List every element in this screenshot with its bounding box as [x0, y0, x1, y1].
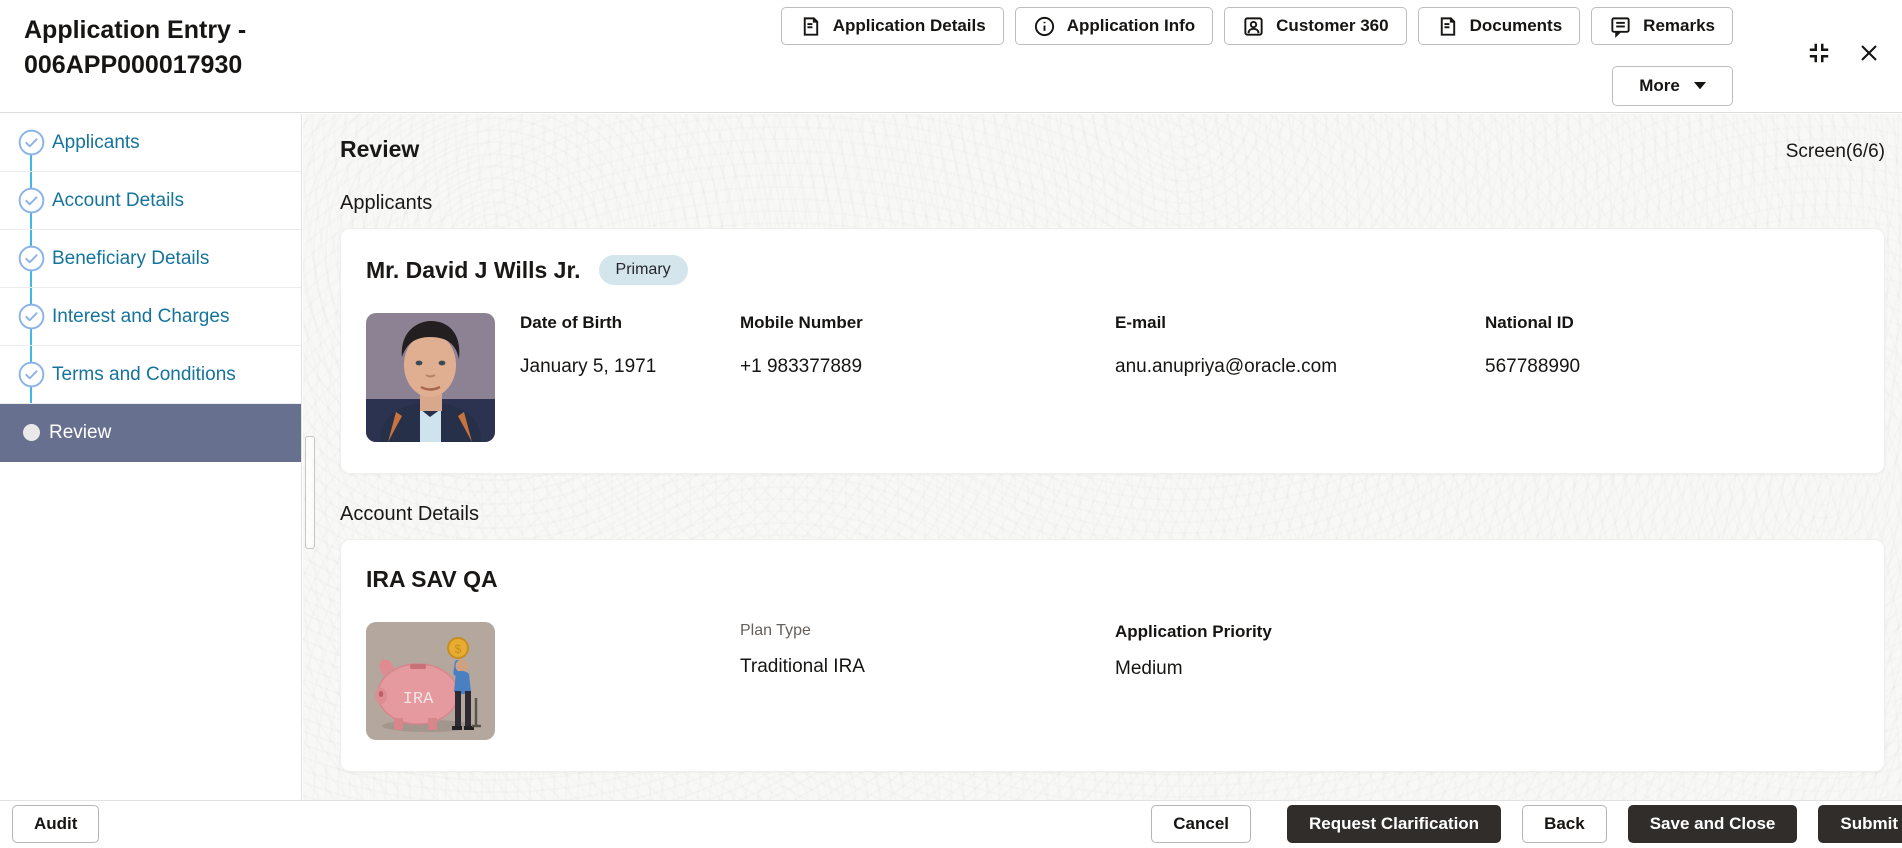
applicant-field: Date of Birth January 5, 1971 [520, 313, 740, 442]
field-label: Mobile Number [740, 313, 863, 332]
submit-button[interactable]: Submit [1818, 805, 1902, 843]
stepper-sidebar: Applicants Account Details Beneficiary D… [0, 114, 302, 800]
audit-button[interactable]: Audit [12, 805, 100, 843]
application-info-button[interactable]: Application Info [1014, 7, 1214, 45]
window-controls [1806, 40, 1880, 66]
active-step-bullet-icon [23, 424, 40, 441]
account-field: Plan Type Traditional IRA [740, 622, 1115, 740]
review-header-row: Review Screen(6/6) [340, 136, 1885, 163]
sidebar-item-label: Terms and Conditions [52, 363, 236, 385]
collapse-icon[interactable] [1806, 40, 1832, 66]
ira-image-label: IRA [403, 690, 434, 709]
action-footer: Audit Cancel Request Clarification Back … [0, 800, 1902, 848]
footer-actions: Cancel Request Clarification Back Save a… [1151, 805, 1902, 843]
customer-360-button[interactable]: Customer 360 [1224, 7, 1407, 45]
sidebar-item-label: Review [49, 421, 112, 443]
application-info-label: Application Info [1066, 16, 1196, 35]
more-label: More [1639, 76, 1680, 95]
application-details-button[interactable]: Application Details [780, 7, 1004, 45]
field-label: Application Priority [1115, 622, 1272, 641]
check-circle-icon [18, 245, 45, 272]
remarks-icon [1609, 15, 1632, 38]
applicant-photo [366, 313, 495, 442]
back-button[interactable]: Back [1522, 805, 1607, 843]
primary-badge: Primary [598, 255, 688, 285]
remarks-label: Remarks [1643, 16, 1715, 35]
check-circle-icon [18, 303, 45, 330]
document-icon [799, 15, 822, 38]
section-heading-applicants: Applicants [340, 192, 433, 214]
applicant-field: E-mail anu.anupriya@oracle.com [1115, 313, 1485, 442]
person-card-icon [1242, 15, 1265, 38]
sidebar-item-interest-and-charges[interactable]: Interest and Charges [0, 288, 301, 346]
review-content: Review Screen(6/6) Applicants Mr. David … [303, 114, 1902, 800]
sidebar-item-review[interactable]: Review [0, 404, 301, 462]
sidebar-item-applicants[interactable]: Applicants [0, 114, 301, 172]
sidebar-item-label: Interest and Charges [52, 305, 230, 327]
page-title: Application Entry - 006APP000017930 [24, 13, 246, 82]
account-name: IRA SAV QA [366, 566, 498, 592]
account-field: Application Priority Medium [1115, 622, 1859, 740]
check-circle-icon [18, 361, 45, 388]
sidebar-item-terms-and-conditions[interactable]: Terms and Conditions [0, 346, 301, 404]
header-actions: Application Details Application Info Cus… [780, 7, 1733, 45]
field-label: Date of Birth [520, 313, 622, 332]
applicant-name: Mr. David J Wills Jr. [366, 256, 581, 283]
cancel-button[interactable]: Cancel [1151, 805, 1252, 843]
sidebar-item-account-details[interactable]: Account Details [0, 172, 301, 230]
save-and-close-button[interactable]: Save and Close [1627, 805, 1798, 843]
field-value: 567788990 [1485, 356, 1581, 377]
info-icon [1033, 15, 1056, 38]
request-clarification-button[interactable]: Request Clarification [1287, 805, 1502, 843]
page-title-line1: Application Entry - [24, 16, 247, 44]
field-value: Traditional IRA [740, 656, 865, 677]
customer-360-label: Customer 360 [1276, 16, 1389, 35]
screen-indicator: Screen(6/6) [1785, 141, 1885, 162]
check-circle-icon [18, 129, 45, 156]
remarks-button[interactable]: Remarks [1591, 7, 1733, 45]
app-header: Application Entry - 006APP000017930 Appl… [0, 0, 1902, 113]
documents-label: Documents [1469, 16, 1563, 35]
field-value: January 5, 1971 [520, 356, 657, 377]
ira-piggy-bank-image: IRA $ [366, 622, 495, 740]
vertical-scrollbar[interactable] [305, 436, 315, 549]
chevron-down-icon [1693, 82, 1706, 90]
sidebar-item-label: Applicants [52, 131, 140, 153]
field-value: +1 983377889 [740, 356, 863, 377]
field-value: Medium [1115, 658, 1183, 679]
applicant-card: Mr. David J Wills Jr. Primary Date of Bi… [340, 228, 1885, 474]
check-circle-icon [18, 187, 45, 214]
sidebar-item-label: Beneficiary Details [52, 247, 210, 269]
page-title-line2: 006APP000017930 [24, 50, 243, 79]
applicant-field: Mobile Number +1 983377889 [740, 313, 1115, 442]
screen-title: Review [340, 136, 420, 162]
account-card: IRA SAV QA IRA $ Plan Type Traditional I… [340, 539, 1885, 772]
field-label: Plan Type [740, 622, 811, 639]
section-heading-account-details: Account Details [340, 503, 479, 525]
more-button[interactable]: More [1612, 66, 1733, 106]
field-value: anu.anupriya@oracle.com [1115, 356, 1338, 377]
field-label: National ID [1485, 313, 1574, 332]
sidebar-item-beneficiary-details[interactable]: Beneficiary Details [0, 230, 301, 288]
svg-text:$: $ [455, 642, 462, 656]
field-label: E-mail [1115, 313, 1167, 332]
applicant-field: National ID 567788990 [1485, 313, 1859, 442]
application-details-label: Application Details [832, 16, 986, 35]
documents-button[interactable]: Documents [1417, 7, 1581, 45]
sidebar-item-label: Account Details [52, 189, 185, 211]
close-icon[interactable] [1858, 42, 1880, 64]
document-icon [1436, 15, 1459, 38]
